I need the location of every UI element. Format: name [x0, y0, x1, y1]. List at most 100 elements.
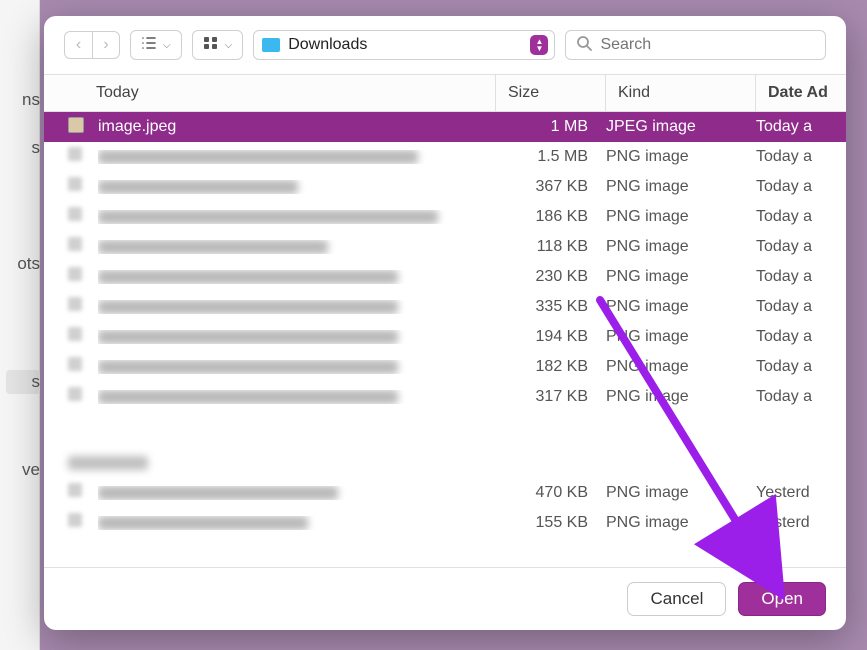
file-icon — [68, 387, 88, 407]
sidebar-partial: ns s ots s ve — [0, 90, 40, 480]
table-row[interactable]: 335 KBPNG imageToday a — [44, 292, 846, 322]
file-icon — [68, 117, 88, 137]
group-spacer — [44, 412, 846, 456]
file-list[interactable]: image.jpeg1 MBJPEG imageToday a1.5 MBPNG… — [44, 112, 846, 567]
table-row[interactable]: 155 KBPNG imageYesterd — [44, 508, 846, 538]
column-date[interactable]: Date Ad — [756, 75, 846, 111]
file-icon — [68, 177, 88, 197]
file-icon — [68, 267, 88, 287]
file-size: 470 KB — [496, 484, 606, 502]
file-kind: PNG image — [606, 388, 756, 406]
file-name — [98, 150, 496, 164]
sidebar-item[interactable]: ns — [6, 90, 40, 110]
updown-icon: ▲▼ — [530, 35, 548, 55]
sidebar-item[interactable]: ots — [6, 254, 40, 274]
table-row[interactable]: 470 KBPNG imageYesterd — [44, 478, 846, 508]
group-label — [68, 456, 148, 470]
location-dropdown[interactable]: Downloads ▲▼ — [253, 30, 555, 60]
grid-icon — [203, 36, 219, 55]
table-row[interactable]: 230 KBPNG imageToday a — [44, 262, 846, 292]
sidebar-item-active[interactable]: s — [6, 370, 40, 394]
file-icon — [68, 327, 88, 347]
dialog-footer: Cancel Open — [44, 567, 846, 630]
forward-button[interactable]: › — [92, 31, 120, 59]
table-row[interactable]: 182 KBPNG imageToday a — [44, 352, 846, 382]
file-icon — [68, 237, 88, 257]
list-icon — [141, 36, 157, 55]
chevron-left-icon: ‹ — [76, 36, 81, 54]
file-kind: PNG image — [606, 358, 756, 376]
sidebar-item[interactable]: ve — [6, 460, 40, 480]
file-date: Yesterd — [756, 484, 846, 502]
file-size: 1.5 MB — [496, 148, 606, 166]
file-size: 194 KB — [496, 328, 606, 346]
folder-icon — [262, 38, 280, 52]
file-open-dialog: ‹ › ⌵ ⌵ Downloads ▲▼ Today — [44, 16, 846, 630]
search-field[interactable] — [565, 30, 826, 60]
table-row[interactable]: 118 KBPNG imageToday a — [44, 232, 846, 262]
column-headers: Today Size Kind Date Ad — [44, 74, 846, 112]
file-name — [98, 330, 496, 344]
file-date: Yesterd — [756, 514, 846, 532]
file-name — [98, 180, 496, 194]
file-name — [98, 390, 496, 404]
file-kind: PNG image — [606, 238, 756, 256]
column-size[interactable]: Size — [496, 75, 606, 111]
file-size: 155 KB — [496, 514, 606, 532]
file-icon — [68, 483, 88, 503]
file-date: Today a — [756, 388, 846, 406]
view-list-button[interactable]: ⌵ — [130, 30, 182, 60]
file-date: Today a — [756, 208, 846, 226]
file-kind: JPEG image — [606, 118, 756, 136]
file-date: Today a — [756, 148, 846, 166]
file-size: 367 KB — [496, 178, 606, 196]
file-name — [98, 486, 496, 500]
file-name — [98, 270, 496, 284]
file-kind: PNG image — [606, 298, 756, 316]
file-size: 335 KB — [496, 298, 606, 316]
nav-history: ‹ › — [64, 31, 120, 59]
file-date: Today a — [756, 178, 846, 196]
file-date: Today a — [756, 298, 846, 316]
file-icon — [68, 513, 88, 533]
file-icon — [68, 297, 88, 317]
file-size: 317 KB — [496, 388, 606, 406]
chevron-down-icon: ⌵ — [225, 40, 233, 51]
column-name[interactable]: Today — [44, 75, 496, 111]
file-kind: PNG image — [606, 328, 756, 346]
table-row[interactable]: 194 KBPNG imageToday a — [44, 322, 846, 352]
file-kind: PNG image — [606, 484, 756, 502]
file-icon — [68, 207, 88, 227]
toolbar: ‹ › ⌵ ⌵ Downloads ▲▼ — [44, 16, 846, 74]
column-kind[interactable]: Kind — [606, 75, 756, 111]
open-button[interactable]: Open — [738, 582, 826, 616]
table-row[interactable]: 367 KBPNG imageToday a — [44, 172, 846, 202]
file-name: image.jpeg — [98, 118, 496, 136]
file-kind: PNG image — [606, 178, 756, 196]
file-name — [98, 516, 496, 530]
file-name — [98, 210, 496, 224]
table-row[interactable]: 1.5 MBPNG imageToday a — [44, 142, 846, 172]
file-size: 182 KB — [496, 358, 606, 376]
sidebar-item[interactable]: s — [6, 138, 40, 158]
chevron-down-icon: ⌵ — [163, 40, 171, 51]
file-date: Today a — [756, 268, 846, 286]
file-kind: PNG image — [606, 514, 756, 532]
search-input[interactable] — [600, 36, 815, 54]
table-row[interactable]: 186 KBPNG imageToday a — [44, 202, 846, 232]
cancel-button[interactable]: Cancel — [627, 582, 726, 616]
file-size: 186 KB — [496, 208, 606, 226]
table-row[interactable]: 317 KBPNG imageToday a — [44, 382, 846, 412]
file-name — [98, 360, 496, 374]
file-icon — [68, 147, 88, 167]
search-icon — [576, 35, 592, 56]
table-row[interactable]: image.jpeg1 MBJPEG imageToday a — [44, 112, 846, 142]
view-grid-button[interactable]: ⌵ — [192, 30, 244, 60]
chevron-right-icon: › — [103, 36, 108, 54]
back-button[interactable]: ‹ — [64, 31, 92, 59]
file-icon — [68, 357, 88, 377]
file-kind: PNG image — [606, 268, 756, 286]
file-size: 1 MB — [496, 118, 606, 136]
file-date: Today a — [756, 118, 846, 136]
file-date: Today a — [756, 358, 846, 376]
